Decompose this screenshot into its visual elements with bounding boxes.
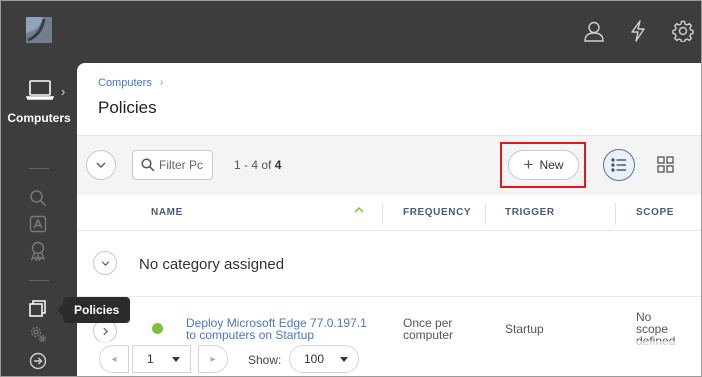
page-size-select[interactable]: 100	[289, 345, 359, 373]
bolt-icon[interactable]	[626, 19, 650, 43]
column-header-trigger[interactable]: TRIGGER	[505, 207, 555, 218]
chevron-down-icon	[96, 162, 106, 168]
user-icon[interactable]	[582, 19, 606, 43]
collapse-all-button[interactable]	[86, 150, 116, 180]
category-row: No category assigned	[77, 231, 701, 297]
results-count-prefix: 1 - 4 of	[234, 158, 275, 172]
sidebar-divider	[29, 280, 49, 281]
arrow-right-circle-icon[interactable]	[27, 350, 49, 372]
search-icon	[141, 158, 155, 172]
category-toggle-button[interactable]	[93, 251, 117, 275]
sidebar-divider	[29, 168, 49, 169]
column-header-frequency[interactable]: FREQUENCY	[403, 207, 471, 218]
top-bar	[1, 1, 701, 63]
policies-tooltip: Policies	[56, 297, 131, 323]
caret-down-icon	[340, 356, 348, 362]
new-button[interactable]: + New	[508, 150, 579, 180]
main-panel: Computers › Policies 1 - 4 of 4 + New	[77, 63, 701, 376]
breadcrumb: Computers ›	[98, 77, 163, 89]
table-header: NAME FREQUENCY TRIGGER SCOPE	[77, 195, 701, 231]
new-button-label: New	[539, 158, 564, 172]
table-row[interactable]: Deploy Microsoft Edge 77.0.197.1 to comp…	[77, 297, 701, 347]
policy-name-line2: to computers on Startup	[186, 328, 315, 342]
show-label: Show:	[248, 353, 282, 367]
app-store-icon[interactable]	[27, 213, 49, 235]
plus-icon: +	[523, 155, 534, 174]
results-count: 1 - 4 of 4	[234, 158, 281, 172]
column-separator	[382, 203, 383, 225]
pagination-bar: ◂ 1 ▸ Show: 100	[77, 341, 701, 376]
filter-box	[132, 150, 213, 180]
list-view-icon	[611, 158, 626, 172]
laptop-icon	[26, 80, 54, 100]
grid-view-button[interactable]	[654, 153, 676, 175]
policy-trigger: Startup	[505, 322, 544, 336]
sidebar: › Computers	[1, 63, 77, 376]
previous-page-button[interactable]: ◂	[99, 345, 129, 373]
app-window: › Computers Computers › Policies Filter …	[0, 0, 702, 377]
toolbar: 1 - 4 of 4 + New	[77, 135, 701, 195]
column-separator	[485, 203, 486, 225]
next-page-button[interactable]: ▸	[198, 345, 228, 373]
breadcrumb-computers[interactable]: Computers	[98, 77, 152, 89]
column-separator	[615, 203, 616, 225]
filter-input[interactable]	[159, 158, 207, 172]
jamf-logo[interactable]	[25, 16, 53, 44]
gear-icon[interactable]	[671, 19, 695, 43]
breadcrumb-separator: ›	[159, 77, 164, 89]
column-header-name[interactable]: NAME	[151, 207, 183, 218]
policies-icon[interactable]	[27, 297, 49, 319]
policy-frequency-line2: computer	[403, 328, 454, 342]
grid-view-icon	[656, 155, 674, 173]
chevron-right-icon: ›	[61, 84, 66, 99]
list-view-button[interactable]	[603, 149, 635, 181]
settings-gears-icon[interactable]	[27, 323, 49, 345]
page-size-value: 100	[304, 352, 325, 366]
column-header-scope[interactable]: SCOPE	[636, 207, 674, 218]
page-select-value: 1	[147, 352, 154, 366]
status-enabled-indicator	[152, 323, 163, 334]
page-select[interactable]: 1	[132, 345, 191, 373]
chevron-right-icon: ▸	[210, 353, 216, 365]
sidebar-item-computers[interactable]: › Computers	[1, 75, 77, 135]
chevron-right-icon	[102, 327, 108, 335]
badge-icon[interactable]	[27, 240, 49, 262]
chevron-down-icon	[101, 260, 109, 266]
sort-ascending-icon[interactable]	[354, 206, 364, 213]
caret-down-icon	[172, 356, 180, 362]
policy-frequency: Once per computer	[403, 317, 453, 341]
sidebar-item-label: Computers	[7, 111, 71, 125]
search-icon[interactable]	[27, 187, 49, 209]
chevron-left-icon: ◂	[111, 353, 117, 365]
results-count-total: 4	[274, 158, 282, 172]
page-title: Policies	[98, 98, 157, 117]
category-label: No category assigned	[139, 256, 285, 273]
policy-name-link[interactable]: Deploy Microsoft Edge 77.0.197.1 to comp…	[186, 317, 367, 341]
